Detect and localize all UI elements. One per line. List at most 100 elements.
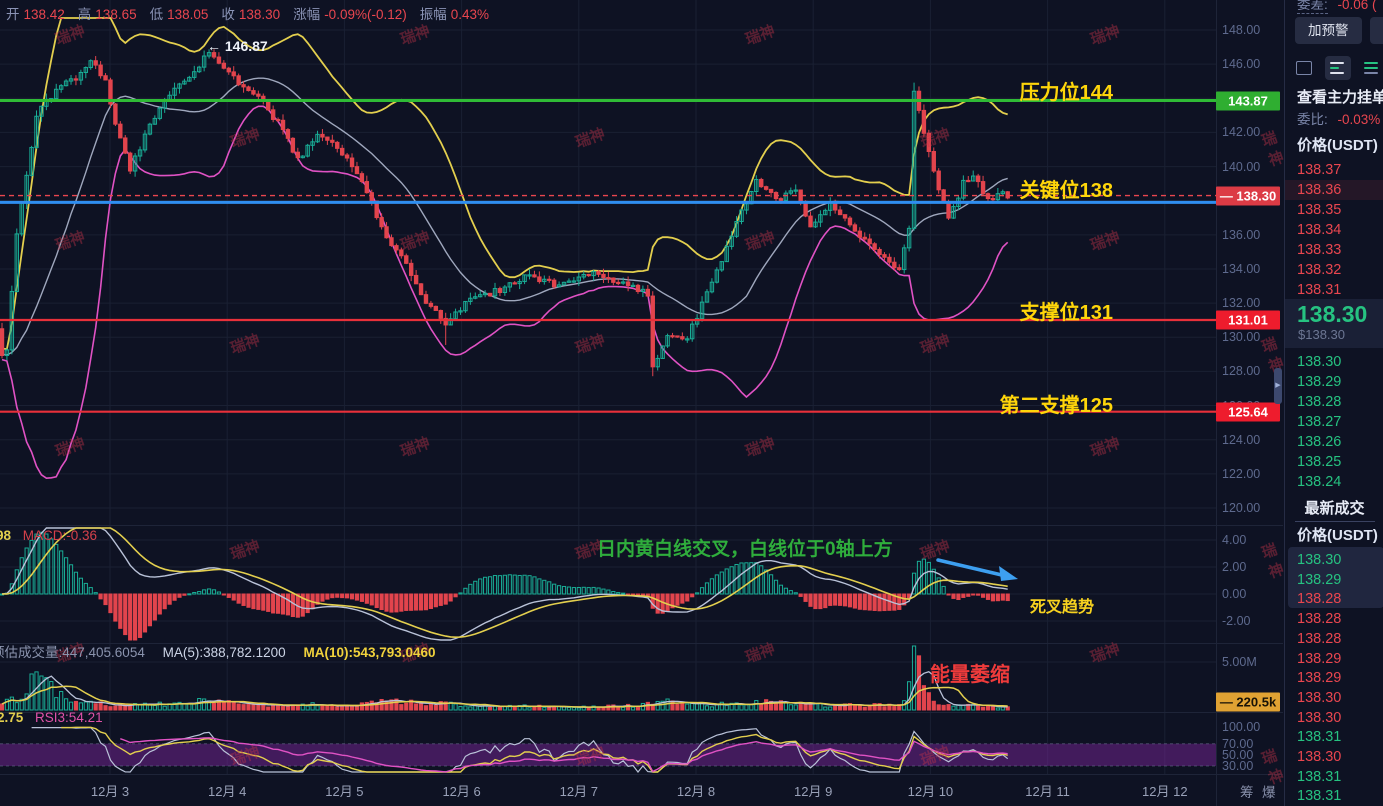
ask-price-row[interactable]: 138.35	[1297, 200, 1341, 220]
axis-badge: 131.01	[1216, 310, 1280, 330]
trade-row[interactable]: 138.30	[1297, 708, 1341, 728]
price-axis-tick: 132.00	[1222, 296, 1261, 311]
high-marker: ← 146.87	[207, 38, 268, 54]
trade-row[interactable]: 138.30	[1297, 550, 1341, 570]
ohlc-label: 振幅	[419, 7, 447, 22]
corner-button-筹[interactable]: 筹	[1240, 781, 1254, 801]
price-axis-tick: 124.00	[1222, 432, 1261, 447]
ohlc-summary: 开 138.42 高 138.65 低 138.05 收 138.30 涨幅 -0.09%(-0.…	[6, 3, 502, 23]
trade-row[interactable]: 138.31	[1297, 786, 1341, 806]
orderbook-view-icon[interactable]	[1325, 56, 1351, 80]
macd-axis-tick: -2.00	[1222, 614, 1251, 628]
price-axis-tick: 136.00	[1222, 227, 1261, 242]
volume-note: 能量萎缩	[930, 664, 1010, 686]
trade-row[interactable]: 138.28	[1297, 609, 1341, 629]
date-label: 12月 8	[676, 784, 716, 799]
ask-price-row[interactable]: 138.37	[1297, 160, 1341, 180]
macd-axis-tick: 2.00	[1222, 560, 1247, 574]
trade-list-icon[interactable]	[1359, 56, 1383, 80]
ohlc-label: 高	[77, 7, 92, 22]
axis-badge: — 220.5k	[1216, 692, 1280, 712]
volume-axis-tick: 5.00M	[1222, 655, 1257, 669]
trading-terminal: 开 138.42 高 138.65 低 138.05 收 138.30 涨幅 -0.09%(-0.…	[0, 0, 1383, 806]
rsi-axis-tick: 30.00	[1222, 758, 1254, 773]
sidebar-partial-stat: 委差: -0.06 (	[1297, 0, 1377, 14]
bid-price-row[interactable]: 138.27	[1297, 412, 1341, 432]
death-cross-note: 死叉趋势	[1030, 599, 1095, 616]
price-axis-tick: 146.00	[1222, 57, 1261, 72]
ohlc-value: 138.30	[238, 7, 281, 22]
date-label: 12月 4	[208, 784, 247, 799]
ask-price-row[interactable]: 138.32	[1297, 260, 1341, 280]
price-axis-tick: 148.00	[1222, 23, 1261, 37]
date-label: 12月 12	[1142, 784, 1188, 799]
pane-link-icon[interactable]	[1291, 56, 1317, 80]
corner-button-爆[interactable]: 爆	[1262, 781, 1276, 801]
macd-axis-tick: 0.00	[1222, 587, 1247, 601]
date-label: 12月 11	[1025, 784, 1070, 799]
last-price-block: 138.30 $138.30	[1285, 299, 1383, 348]
level-label-support-125: 第二支撑125	[999, 395, 1113, 417]
bid-price-row[interactable]: 138.30	[1297, 352, 1341, 372]
ask-price-row[interactable]: 138.33	[1297, 240, 1341, 260]
macd-note: 日内黄白线交叉，白线位于0轴上方	[597, 539, 893, 560]
axis-scrollbar-thumb[interactable]: ▶	[1274, 368, 1282, 404]
trade-row[interactable]: 138.30	[1297, 688, 1341, 708]
date-label: 12月 7	[559, 784, 598, 799]
weibi-stat: 委比: -0.03%	[1297, 112, 1381, 127]
trade-row[interactable]: 138.29	[1297, 649, 1341, 669]
trade-row[interactable]: 138.29	[1297, 668, 1341, 688]
ask-price-row[interactable]: 138.34	[1297, 220, 1341, 240]
ohlc-label: 低	[149, 7, 164, 22]
date-label: 12月 5	[325, 784, 364, 799]
level-label-key-138: 关键位138	[1019, 180, 1113, 202]
date-label: 12月 6	[442, 784, 481, 799]
price-axis-tick: 130.00	[1222, 330, 1261, 345]
trades-price-header: 价格(USDT)	[1297, 527, 1378, 544]
ask-price-row[interactable]: 138.31	[1297, 280, 1341, 300]
ask-price-row[interactable]: 138.36	[1285, 180, 1383, 200]
level-label-resistance-144: 压力位144	[1019, 82, 1113, 104]
price-axis-tick: 134.00	[1222, 261, 1261, 276]
axis-badge: 143.87	[1216, 91, 1280, 110]
ohlc-label: 开	[6, 7, 20, 22]
last-price: 138.30	[1297, 301, 1368, 327]
bid-price-row[interactable]: 138.25	[1297, 452, 1341, 472]
trade-row[interactable]: 138.30	[1297, 747, 1341, 767]
clipped-button[interactable]	[1370, 17, 1383, 44]
trade-row[interactable]: 138.28	[1297, 629, 1341, 649]
rsi-axis-tick: 100.00	[1222, 720, 1261, 734]
trade-row[interactable]: 138.31	[1297, 727, 1341, 747]
axis-badge: — 138.30	[1216, 186, 1280, 206]
ohlc-value: 138.05	[167, 7, 209, 22]
price-axis-tick: 142.00	[1222, 125, 1261, 140]
bid-price-row[interactable]: 138.26	[1297, 432, 1341, 452]
add-alert-button[interactable]: 加预警	[1295, 17, 1362, 44]
price-axis: 148.00146.00144.00142.00140.00138.00136.…	[1216, 0, 1283, 806]
volume-indicator-label: 预估成交量:447,405.6054 MA(5):388,782.1200 MA…	[0, 645, 436, 660]
bid-price-row[interactable]: 138.29	[1297, 372, 1341, 392]
macd-axis-tick: 4.00	[1222, 533, 1247, 547]
view-main-orders-title[interactable]: 查看主力挂单	[1297, 86, 1383, 107]
last-price-usd: $138.30	[1298, 327, 1345, 342]
bid-price-row[interactable]: 138.24	[1297, 472, 1341, 492]
trade-row[interactable]: 138.31	[1297, 767, 1341, 787]
ohlc-label: 收	[221, 7, 235, 22]
trade-row[interactable]: 138.29	[1297, 570, 1341, 590]
price-axis-tick: 140.00	[1222, 159, 1261, 174]
date-label: 12月 9	[794, 784, 833, 799]
bid-price-row[interactable]: 138.28	[1297, 392, 1341, 412]
price-axis-tick: 120.00	[1222, 500, 1261, 515]
ohlc-value: 0.43%	[450, 7, 490, 22]
price-axis-tick: 122.00	[1222, 466, 1261, 481]
axis-badge: 125.64	[1216, 402, 1280, 422]
order-panel: 委差: -0.06 ( 加预警 查看主力挂单 委比: -0.03% 价格(USD…	[1284, 0, 1383, 806]
ohlc-label: 涨幅	[293, 7, 321, 22]
trade-row[interactable]: 138.28	[1297, 589, 1341, 609]
date-label: 12月 3	[90, 784, 130, 799]
level-label-support-131: 支撑位131	[1019, 302, 1113, 324]
ohlc-value: 138.65	[95, 7, 137, 22]
latest-trades-title: 最新成交	[1304, 500, 1365, 517]
chart-area[interactable]: 开 138.42 高 138.65 低 138.05 收 138.30 涨幅 -0.09%(-0.…	[0, 0, 1286, 806]
orderbook-price-header: 价格(USDT)	[1297, 137, 1378, 154]
